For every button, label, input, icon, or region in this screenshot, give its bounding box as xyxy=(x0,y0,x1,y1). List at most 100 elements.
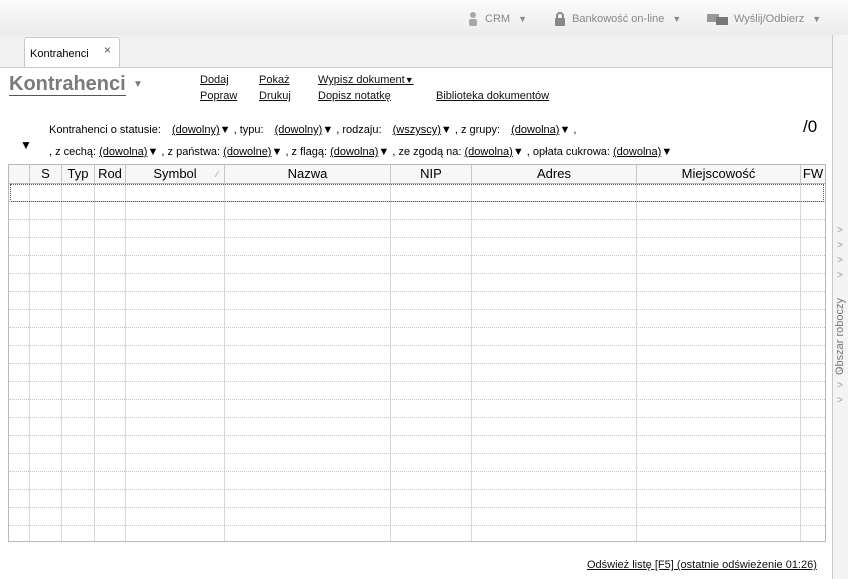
record-count: /0 xyxy=(803,117,818,136)
country-filter-label: , z państwa: xyxy=(161,146,221,158)
empty-row-line xyxy=(9,453,825,455)
status-filter-label: Kontrahenci o statusie: xyxy=(49,124,161,136)
consent-filter-dropdown[interactable]: (dowolna) xyxy=(465,146,513,158)
column-header-selector[interactable] xyxy=(9,165,30,184)
group-filter-dropdown[interactable]: (dowolna) xyxy=(511,124,559,136)
print-link[interactable]: Drukuj xyxy=(259,90,291,102)
filter-toggle-icon[interactable]: ▼ xyxy=(20,138,32,152)
chevron-right-icon[interactable]: > xyxy=(837,270,843,281)
chevron-down-icon[interactable]: ▼ xyxy=(378,146,389,158)
flag-filter-dropdown[interactable]: (dowolna) xyxy=(330,146,378,158)
chevron-down-icon[interactable]: ▼ xyxy=(322,124,333,136)
feature-filter-label: , z cechą: xyxy=(49,146,97,158)
column-header-adres[interactable]: Adres xyxy=(472,165,637,184)
group-filter-label: , z grupy: xyxy=(454,124,501,136)
empty-row-line xyxy=(9,417,825,419)
chevron-right-icon[interactable]: > xyxy=(837,255,843,266)
empty-row-line xyxy=(9,507,825,509)
tab-kontrahenci[interactable]: Kontrahenci × xyxy=(24,37,120,68)
empty-row-line xyxy=(9,273,825,275)
issue-document-label: Wypisz dokument xyxy=(318,74,405,86)
feature-filter-dropdown[interactable]: (dowolna) xyxy=(99,146,147,158)
crm-button[interactable]: CRM ▼ xyxy=(465,10,527,28)
empty-row-line xyxy=(9,435,825,437)
empty-row-line xyxy=(9,309,825,311)
issue-document-link[interactable]: Wypisz dokument▼ xyxy=(318,74,414,86)
column-header-nip[interactable]: NIP xyxy=(391,165,472,184)
kind-filter-label: , rodzaju: xyxy=(336,124,382,136)
document-library-link[interactable]: Biblioteka dokumentów xyxy=(436,90,549,102)
crm-dropdown-icon[interactable]: ▼ xyxy=(518,14,527,24)
tab-divider xyxy=(0,67,832,68)
column-header-symbol[interactable]: Symbol ∕ xyxy=(126,165,225,184)
bank-dropdown-icon[interactable]: ▼ xyxy=(672,14,681,24)
title-dropdown-icon[interactable]: ▼ xyxy=(133,79,143,90)
contractors-table[interactable]: S Typ Rod Symbol ∕ Nazwa NIP Adres Miejsc… xyxy=(8,164,826,542)
group-filter-tail: , xyxy=(573,124,577,136)
refresh-link[interactable]: Odśwież listę [F5] (ostatnie odświeżenie… xyxy=(587,559,817,571)
chevron-down-icon[interactable]: ▼ xyxy=(441,124,452,136)
empty-row-line xyxy=(9,489,825,491)
kind-filter-dropdown[interactable]: (wszyscy) xyxy=(393,124,441,136)
sort-indicator-icon: ∕ xyxy=(216,169,218,179)
empty-row-line xyxy=(9,291,825,293)
empty-row-line xyxy=(9,255,825,257)
tab-label: Kontrahenci xyxy=(30,48,89,60)
chevron-right-icon[interactable]: > xyxy=(837,395,843,406)
send-receive-icon xyxy=(707,14,728,25)
send-dropdown-icon[interactable]: ▼ xyxy=(812,14,821,24)
empty-row-line xyxy=(9,201,825,203)
type-filter-dropdown[interactable]: (dowolny) xyxy=(275,124,323,136)
send-receive-button[interactable]: Wyślij/Odbierz ▼ xyxy=(706,10,821,28)
selected-row[interactable] xyxy=(10,184,824,202)
column-header-rod[interactable]: Rod xyxy=(95,165,126,184)
issue-document-dropdown-icon[interactable]: ▼ xyxy=(405,75,414,85)
column-header-miejscowosc[interactable]: Miejscowość xyxy=(637,165,801,184)
chevron-right-icon[interactable]: > xyxy=(837,240,843,251)
empty-row-line xyxy=(9,345,825,347)
close-icon[interactable]: × xyxy=(104,43,111,57)
bank-online-button[interactable]: Bankowość on-line ▼ xyxy=(552,10,681,28)
column-header-nazwa[interactable]: Nazwa xyxy=(225,165,391,184)
empty-row-line xyxy=(9,471,825,473)
add-link[interactable]: Dodaj xyxy=(200,74,229,86)
side-panel[interactable]: > > > > Obszar roboczy > > > xyxy=(832,35,848,579)
empty-row-line xyxy=(9,219,825,221)
empty-row-line xyxy=(9,327,825,329)
empty-row-line xyxy=(9,525,825,527)
country-filter-dropdown[interactable]: (dowolne) xyxy=(223,146,271,158)
send-receive-label: Wyślij/Odbierz xyxy=(734,13,805,25)
consent-filter-label: , ze zgodą na: xyxy=(392,146,462,158)
filter-line-2: , z cechą: (dowolna)▼ , z państwa: (dowo… xyxy=(49,146,672,158)
sugar-fee-filter-dropdown[interactable]: (dowolna) xyxy=(613,146,661,158)
filter-line-1: Kontrahenci o statusie: (dowolny)▼ , typ… xyxy=(49,124,576,136)
edit-link[interactable]: Popraw xyxy=(200,90,237,102)
bank-online-label: Bankowość on-line xyxy=(572,13,665,25)
chevron-down-icon[interactable]: ▼ xyxy=(220,124,231,136)
chevron-down-icon[interactable]: ▼ xyxy=(271,146,282,158)
empty-row-line xyxy=(9,363,825,365)
status-filter-dropdown[interactable]: (dowolny) xyxy=(172,124,220,136)
column-header-fw[interactable]: FW xyxy=(801,165,825,184)
chevron-down-icon[interactable]: ▼ xyxy=(513,146,524,158)
sugar-fee-filter-label: , opłata cukrowa: xyxy=(526,146,610,158)
column-header-typ[interactable]: Typ xyxy=(62,165,95,184)
chevron-right-icon[interactable]: > xyxy=(837,365,843,376)
empty-row-line xyxy=(9,237,825,239)
page-title[interactable]: Kontrahenci xyxy=(9,73,126,96)
column-header-s[interactable]: S xyxy=(30,165,62,184)
show-link[interactable]: Pokaż xyxy=(259,74,290,86)
chevron-right-icon[interactable]: > xyxy=(837,380,843,391)
tab-strip: Kontrahenci × xyxy=(0,35,848,68)
lock-icon xyxy=(555,12,565,26)
crm-label: CRM xyxy=(485,13,511,25)
chevron-down-icon[interactable]: ▼ xyxy=(559,124,570,136)
chevron-down-icon[interactable]: ▼ xyxy=(147,146,158,158)
empty-row-line xyxy=(9,399,825,401)
empty-row-line xyxy=(9,381,825,383)
flag-filter-label: , z flagą: xyxy=(285,146,328,158)
chevron-down-icon[interactable]: ▼ xyxy=(661,146,672,158)
type-filter-label: , typu: xyxy=(233,124,264,136)
chevron-right-icon[interactable]: > xyxy=(837,225,843,236)
add-note-link[interactable]: Dopisz notatkę xyxy=(318,90,391,102)
